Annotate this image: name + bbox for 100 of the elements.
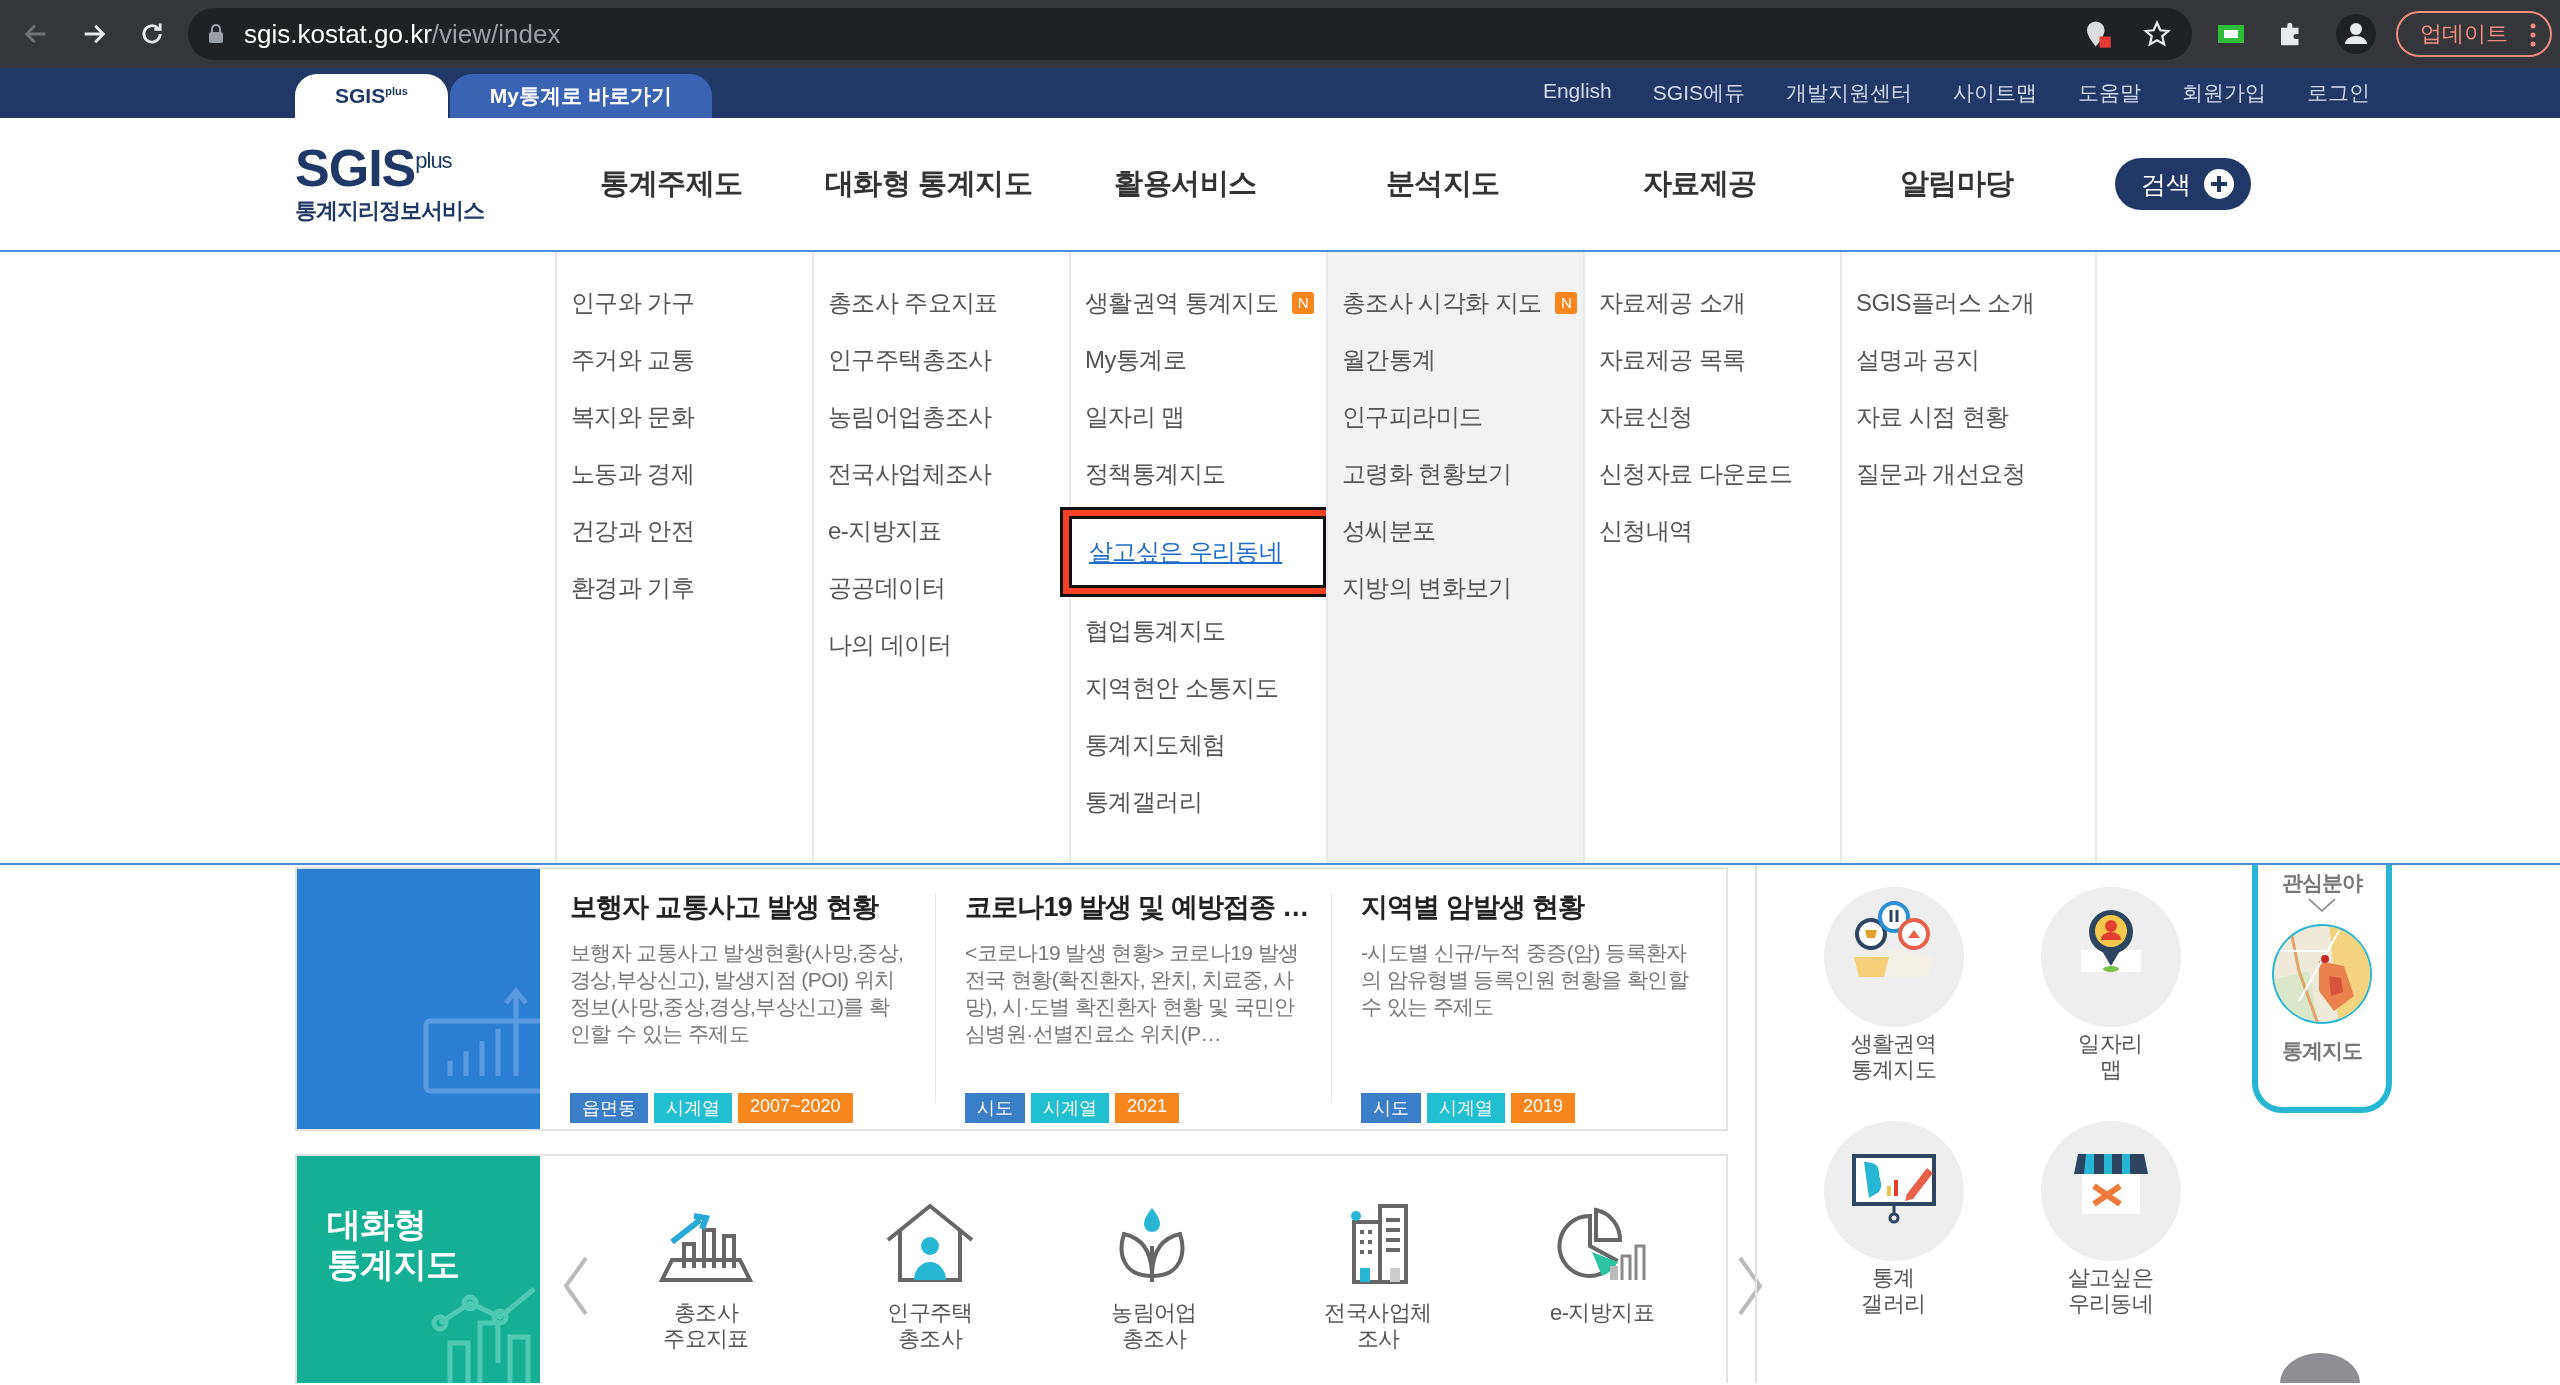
person-pin-icon [2080, 910, 2141, 972]
tag-label: 읍면동 [570, 1093, 648, 1123]
search-button[interactable]: 검색 [2115, 158, 2251, 210]
main-menu-item[interactable]: 알림마당 [1899, 164, 2014, 204]
submenu-link[interactable]: 농림어업총조사 [828, 400, 992, 433]
submenu-link[interactable]: 성씨분포 [1342, 514, 1436, 547]
submenu-link[interactable]: 지방의 변화보기 [1342, 571, 1512, 604]
top-link[interactable]: 사이트맵 [1953, 79, 2037, 107]
submenu-link[interactable]: 월간통계 [1342, 343, 1436, 376]
submenu-link[interactable]: 자료신청 [1599, 400, 1693, 433]
card-title[interactable]: 보행자 교통사고 발생 현황 [570, 889, 909, 925]
submenu-link[interactable]: 복지와 문화 [571, 400, 695, 433]
submenu-link[interactable]: 통계지도체험 [1085, 728, 1226, 761]
more-icon[interactable] [2530, 23, 2536, 47]
submenu-link[interactable]: e-지방지표 [828, 514, 942, 547]
tag-label: 2021 [1115, 1093, 1180, 1123]
shop-icon [2073, 1154, 2148, 1214]
main-menu-item[interactable]: 자료제공 [1642, 164, 1757, 204]
lock-icon [208, 24, 224, 44]
service-link[interactable]: 통계 갤러리 [1861, 1265, 1926, 1317]
submenu-link[interactable]: 인구주택총조사 [828, 343, 992, 376]
submenu-link[interactable]: 신청내역 [1599, 514, 1693, 547]
main-menu-item[interactable]: 활용서비스 [1114, 164, 1257, 204]
map-menu-link[interactable]: 전국사업체 조사 [1324, 1299, 1432, 1352]
interest-panel[interactable]: 관심분야 통계지도 [2252, 865, 2392, 1113]
submenu-link[interactable]: 총조사 시각화 지도 [1342, 286, 1542, 319]
submenu-link[interactable]: 인구피라미드 [1342, 400, 1483, 433]
new-badge: N [1292, 291, 1315, 314]
submenu-link[interactable]: 생활권역 통계지도 [1085, 286, 1279, 319]
tag-label: 시계열 [1427, 1093, 1505, 1123]
service-link[interactable]: 생활권역 통계지도 [1850, 1031, 1937, 1083]
circle-button[interactable] [2280, 1353, 2360, 1383]
submenu-link[interactable]: 자료제공 소개 [1599, 286, 1746, 319]
map-menu-link[interactable]: 농림어업 총조사 [1111, 1299, 1197, 1352]
card-description: 보행자 교통사고 발생현황(사망,중상,경상,부상신고), 발생지점 (POI) 위치 정보(사망,중상,경상,부상신고)를 확인할 수 있는 주제도 [570, 940, 905, 1047]
submenu-link[interactable]: My통계로 [1085, 343, 1186, 376]
submenu-link[interactable]: 환경과 기후 [571, 571, 695, 604]
main-menu-item[interactable]: 대화형 통계지도 [824, 164, 1033, 204]
submenu-link[interactable]: 노동과 경제 [571, 457, 695, 490]
card-description: -시도별 신규/누적 중증(암) 등록환자의 암유형별 등록인원 현황을 확인할 수 있는 주제도 [1361, 940, 1690, 1020]
bar-chart-icon [658, 1213, 754, 1282]
service-link[interactable]: 일자리 맵 [2078, 1031, 2143, 1083]
submenu-link[interactable]: SGIS플러스 소개 [1856, 286, 2035, 319]
submenu-link[interactable]: 전국사업체조사 [828, 457, 992, 490]
tag-label: 시도 [965, 1093, 1025, 1123]
submenu-link[interactable]: 인구와 가구 [571, 286, 695, 319]
top-link[interactable]: 로그인 [2307, 79, 2370, 107]
presentation-board-icon [1851, 1154, 1936, 1224]
submenu-link[interactable]: 질문과 개선요청 [1856, 457, 2026, 490]
map-menu-link[interactable]: 인구주택 총조사 [887, 1299, 973, 1352]
plus-icon [2203, 168, 2235, 200]
update-button[interactable]: 업데이트 [2396, 11, 2552, 57]
submenu-link[interactable]: 나의 데이터 [828, 628, 952, 661]
submenu-link[interactable]: 지역현안 소통지도 [1085, 671, 1279, 704]
top-link[interactable]: English [1542, 79, 1612, 107]
section-title: 대화형 통계지도 [327, 1203, 459, 1284]
address-bar[interactable]: sgis.kostat.go.kr/view/index [188, 8, 2192, 60]
submenu-link[interactable]: 신청자료 다운로드 [1599, 457, 1793, 490]
submenu-link[interactable]: 총조사 주요지표 [828, 286, 998, 319]
profile-icon[interactable] [2336, 14, 2376, 54]
map-pins-icon [1853, 901, 1934, 977]
submenu-link[interactable]: 설명과 공지 [1856, 343, 1980, 376]
submenu-link[interactable]: 건강과 안전 [571, 514, 695, 547]
site-tab[interactable]: My통계로 바로가기 [449, 74, 712, 118]
submenu-link[interactable]: 공공데이터 [828, 571, 945, 604]
submenu-link[interactable]: 정책통계지도 [1085, 457, 1226, 490]
map-menu-link[interactable]: e-지방지표 [1550, 1299, 1654, 1326]
tag-label: 시도 [1361, 1093, 1421, 1123]
submenu-link[interactable]: 자료제공 목록 [1599, 343, 1746, 376]
main-menu-item[interactable]: 통계주제도 [600, 164, 743, 204]
card-description: <코로나19 발생 현황> 코로나19 발생 전국 현황(확진환자, 완치, 치료중, 사망), 시·도별 확진환자 현황 및 국민안심병원·선별진료소 위치(P… [965, 940, 1300, 1047]
house-icon [886, 1203, 974, 1282]
submenu-link[interactable]: 자료 시점 현황 [1856, 400, 2009, 433]
map-menu-link[interactable]: 총조사 주요지표 [663, 1299, 749, 1352]
submenu-link[interactable]: 일자리 맵 [1085, 400, 1185, 433]
pie-chart-icon [1557, 1207, 1646, 1282]
site-logo[interactable]: SGIS$^{plus}$ 통계지리정보서비스 [295, 142, 525, 226]
chevron-down-icon [2307, 897, 2337, 913]
service-link[interactable]: 살고싶은 우리동네 [2067, 1265, 2154, 1317]
site-tab[interactable]: SGIS$^{plus}$ [295, 74, 448, 118]
top-link[interactable]: 회원가입 [2182, 79, 2266, 107]
sprout-icon [1119, 1207, 1185, 1284]
interest-heading: 관심분야 [2282, 870, 2362, 896]
submenu-link[interactable]: 고령화 현황보기 [1342, 457, 1512, 490]
interest-label[interactable]: 통계지도 [2282, 1037, 2362, 1065]
top-link[interactable]: SGIS에듀 [1652, 79, 1745, 107]
top-link[interactable]: 도움말 [2078, 79, 2141, 107]
card-title[interactable]: 지역별 암발생 현황 [1361, 889, 1700, 925]
main-menu-item[interactable]: 분석지도 [1385, 164, 1500, 204]
submenu-link[interactable]: 살고싶은 우리동네 [1089, 536, 1283, 568]
extension-badge-icon[interactable] [2216, 22, 2246, 46]
tag-label: 시계열 [654, 1093, 732, 1123]
star-icon[interactable] [2142, 19, 2172, 49]
building-icon [1351, 1203, 1408, 1284]
submenu-link[interactable]: 협업통계지도 [1085, 614, 1226, 647]
submenu-link[interactable]: 통계갤러리 [1085, 785, 1202, 818]
submenu-link[interactable]: 주거와 교통 [571, 343, 695, 376]
top-link[interactable]: 개발지원센터 [1786, 79, 1912, 107]
card-title[interactable]: 코로나19 발생 및 예방접종 … [965, 889, 1305, 925]
tag-label: 시계열 [1031, 1093, 1109, 1123]
